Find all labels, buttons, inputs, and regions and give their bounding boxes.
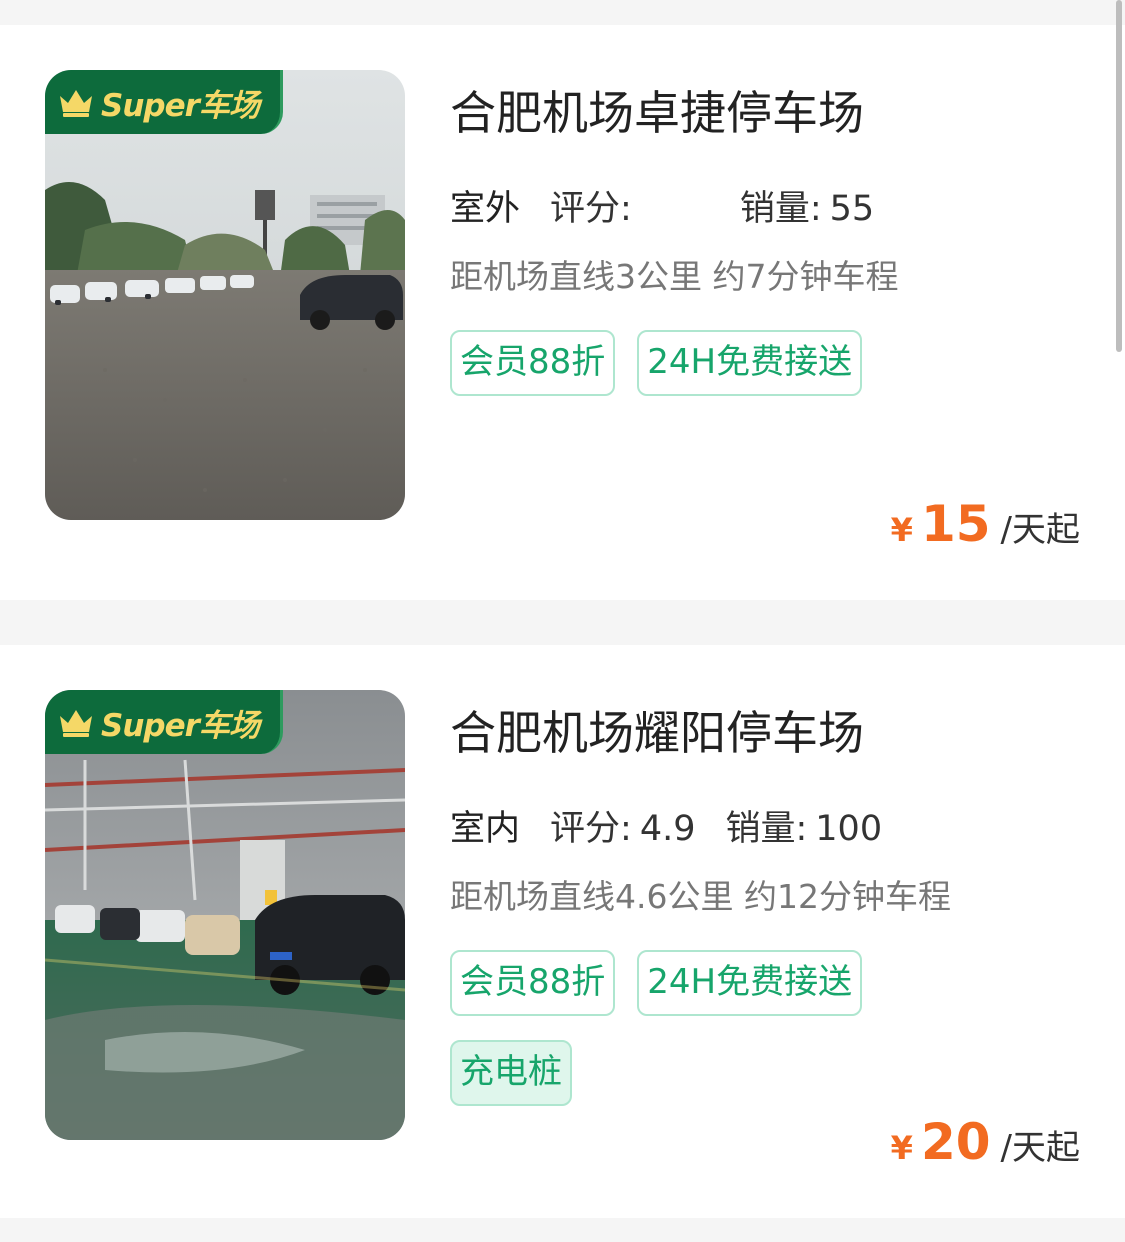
distance-info: 距机场直线3公里 约7分钟车程 — [450, 257, 899, 296]
crown-icon — [60, 90, 92, 117]
parking-lot-list: Super车场 合肥机场卓捷停车场 室外 评分: 销量: 55 距机场直线3公里… — [0, 0, 1125, 1242]
sales-label: 销量: — [725, 809, 808, 849]
sales-label: 销量: — [739, 189, 822, 229]
lot-type: 室内 — [450, 800, 521, 859]
sales-value: 55 — [829, 189, 875, 229]
parking-lot-photo: Super车场 — [45, 70, 405, 520]
parking-lot-card[interactable]: Super车场 合肥机场耀阳停车场 室内 评分: 4.9 销量: 100 距机场… — [0, 645, 1125, 1218]
price-unit: /天起 — [1000, 1128, 1080, 1168]
currency-symbol: ¥ — [890, 1129, 913, 1167]
super-lot-badge: Super车场 — [45, 70, 283, 134]
price: ¥ 15 /天起 — [891, 495, 1080, 553]
lot-name[interactable]: 合肥机场卓捷停车场 — [450, 77, 864, 143]
distance-info: 距机场直线4.6公里 约12分钟车程 — [450, 877, 951, 916]
lot-type: 室外 — [450, 180, 521, 239]
lot-name[interactable]: 合肥机场耀阳停车场 — [450, 697, 864, 763]
rating-label: 评分: — [550, 189, 632, 229]
lot-meta: 室外 评分: 销量: 55 — [450, 180, 875, 239]
parking-lot-photo: Super车场 — [45, 690, 405, 1140]
price-unit: /天起 — [1000, 510, 1080, 550]
tag-list: 会员88折 24H免费接送 充电桩 — [450, 950, 1090, 1130]
tag-list: 会员88折 24H免费接送 — [450, 330, 1090, 420]
charging-station-tag: 充电桩 — [450, 1040, 572, 1106]
scrollbar[interactable] — [1116, 0, 1122, 352]
free-shuttle-tag: 24H免费接送 — [637, 950, 863, 1016]
indoor-lot-image — [45, 690, 405, 1140]
super-lot-badge: Super车场 — [45, 690, 283, 754]
free-shuttle-tag: 24H免费接送 — [637, 330, 863, 396]
member-discount-tag: 会员88折 — [450, 330, 616, 396]
member-discount-tag: 会员88折 — [450, 950, 616, 1016]
rating-label: 评分: — [550, 809, 632, 849]
currency-symbol: ¥ — [890, 511, 913, 549]
sales-value: 100 — [815, 809, 883, 849]
parking-lot-card[interactable]: Super车场 合肥机场卓捷停车场 室外 评分: 销量: 55 距机场直线3公里… — [0, 25, 1125, 600]
badge-label: Super车场 — [101, 707, 260, 744]
price: ¥ 20 /天起 — [891, 1113, 1080, 1171]
lot-meta: 室内 评分: 4.9 销量: 100 — [450, 800, 883, 859]
outdoor-lot-image — [45, 70, 405, 520]
crown-icon — [60, 710, 92, 737]
rating-value: 4.9 — [639, 809, 696, 849]
badge-label: Super车场 — [101, 87, 260, 124]
price-value: 20 — [920, 1113, 991, 1171]
price-value: 15 — [920, 495, 991, 553]
